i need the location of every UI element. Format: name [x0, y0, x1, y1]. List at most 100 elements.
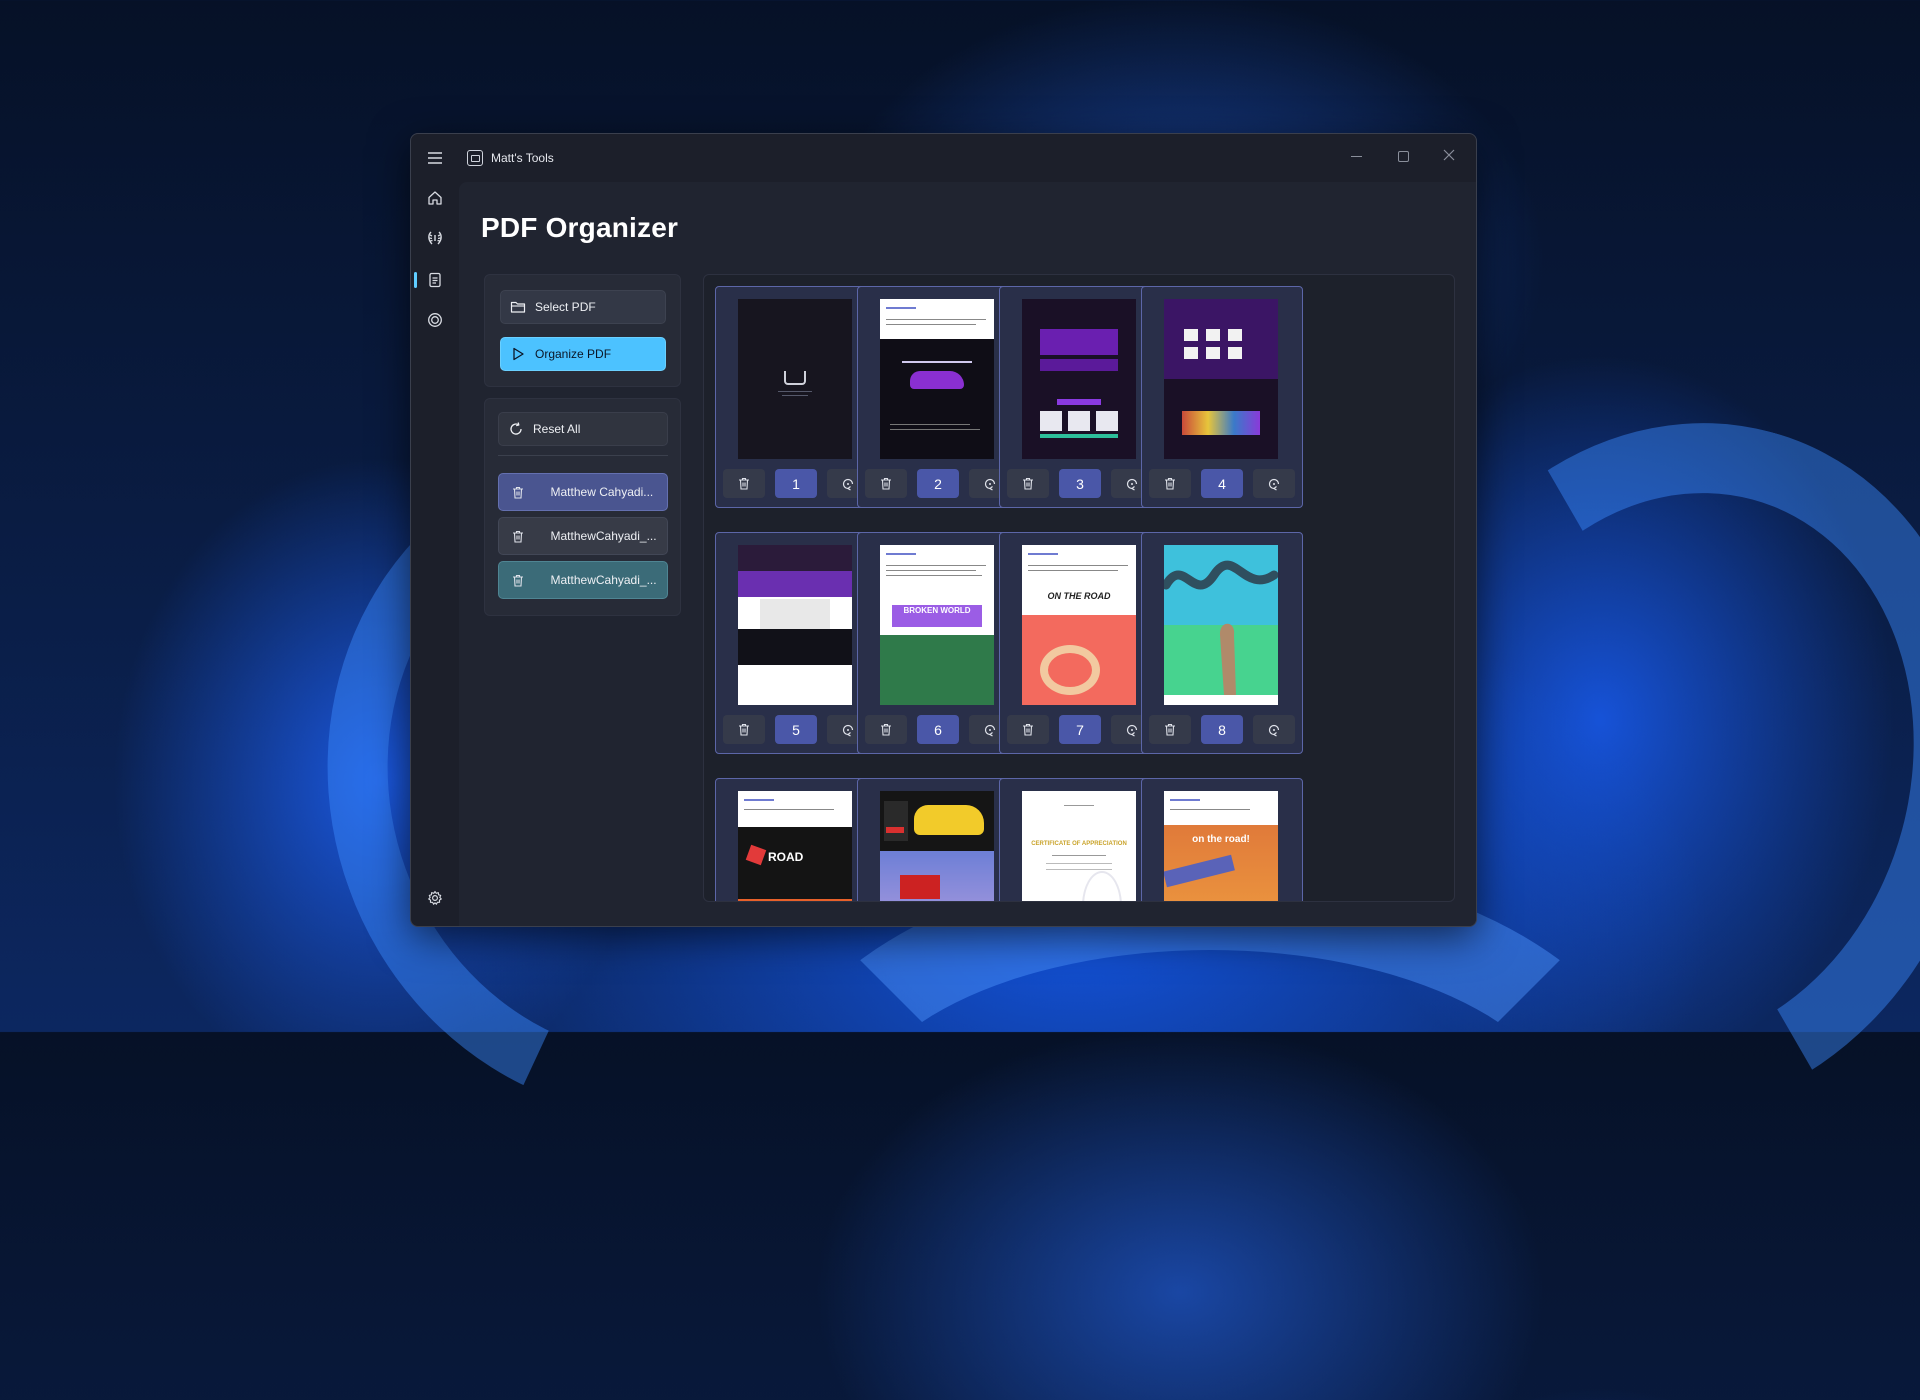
page-number[interactable]: 8	[1201, 715, 1243, 744]
page-card[interactable]: CERTIFICATE OF APPRECIATION	[999, 778, 1161, 901]
thumb-title: ROAD	[768, 850, 804, 864]
page-card[interactable]: ON THE ROAD 7	[999, 532, 1161, 754]
minimize-button[interactable]	[1337, 142, 1377, 170]
rotate-icon	[842, 724, 854, 737]
page-thumbnail: ON THE ROAD	[1022, 545, 1136, 705]
page-thumbnail: CERTIFICATE OF APPRECIATION	[1022, 791, 1136, 901]
close-button[interactable]	[1429, 142, 1469, 170]
title-bar[interactable]: Matt's Tools	[411, 134, 1476, 182]
organize-pdf-button[interactable]: Organize PDF	[500, 337, 666, 371]
selection-indicator	[414, 272, 417, 288]
delete-page-button[interactable]	[723, 469, 765, 498]
reset-all-label: Reset All	[533, 422, 581, 436]
nav-awards[interactable]	[419, 222, 451, 254]
page-thumbnail	[1022, 299, 1136, 459]
page-card[interactable]: BROKEN WORLD 6	[857, 532, 1019, 754]
page-card[interactable]: ROAD	[715, 778, 877, 901]
page-card[interactable]: 4	[1141, 286, 1303, 508]
circle-icon	[428, 313, 442, 327]
home-icon	[428, 191, 442, 205]
delete-file-button[interactable]	[499, 473, 537, 511]
trash-icon	[881, 477, 891, 490]
rotate-icon	[1126, 478, 1138, 491]
page-thumbnail	[880, 299, 994, 459]
nav-pdf-organizer[interactable]	[419, 264, 451, 296]
app-title: Matt's Tools	[491, 151, 554, 165]
rotate-icon	[984, 724, 996, 737]
page-card[interactable]: 5	[715, 532, 877, 754]
trash-icon	[1023, 477, 1033, 490]
delete-page-button[interactable]	[1149, 715, 1191, 744]
delete-page-button[interactable]	[1007, 469, 1049, 498]
page-thumbnail: BROKEN WORLD	[880, 545, 994, 705]
thumb-title: on the road!	[1192, 834, 1250, 845]
delete-page-button[interactable]	[865, 715, 907, 744]
rotate-icon	[984, 478, 996, 491]
file-name: MatthewCahyadi_...	[550, 529, 657, 543]
divider	[498, 455, 668, 456]
menu-icon	[428, 152, 442, 164]
delete-file-button[interactable]	[499, 517, 537, 555]
delete-page-button[interactable]	[1007, 715, 1049, 744]
page-number[interactable]: 6	[917, 715, 959, 744]
rotate-page-button[interactable]	[1253, 715, 1295, 744]
select-pdf-label: Select PDF	[535, 300, 596, 314]
file-item[interactable]: MatthewCahyadi_...	[498, 517, 668, 555]
file-name: MatthewCahyadi_...	[550, 573, 657, 587]
file-item[interactable]: Matthew Cahyadi...	[498, 473, 668, 511]
thumb-title: ON THE ROAD	[1047, 591, 1111, 601]
maximize-button[interactable]	[1383, 142, 1423, 170]
trash-icon	[1165, 723, 1175, 736]
thumb-title: CERTIFICATE OF APPRECIATION	[1031, 841, 1127, 847]
page-thumbnail	[1164, 299, 1278, 459]
thumb-title: BROKEN WORLD	[892, 605, 982, 627]
page-card[interactable]	[857, 778, 1019, 901]
close-icon	[1443, 149, 1455, 161]
laurel-icon	[428, 231, 442, 245]
reset-all-button[interactable]: Reset All	[498, 412, 668, 446]
delete-page-button[interactable]	[865, 469, 907, 498]
rotate-icon	[1268, 478, 1280, 491]
page-card[interactable]: 1	[715, 286, 877, 508]
files-card: Reset All Matthew Cahyadi... MatthewCahy…	[484, 398, 681, 616]
trash-icon	[739, 723, 749, 736]
organize-pdf-label: Organize PDF	[535, 347, 612, 361]
rotate-page-button[interactable]	[1253, 469, 1295, 498]
nav-circle[interactable]	[419, 304, 451, 336]
page-card[interactable]: 2	[857, 286, 1019, 508]
delete-page-button[interactable]	[1149, 469, 1191, 498]
page-thumbnail	[1164, 545, 1278, 705]
delete-page-button[interactable]	[723, 715, 765, 744]
menu-button[interactable]	[419, 142, 451, 174]
page-title: PDF Organizer	[481, 212, 679, 243]
trash-icon	[512, 574, 523, 587]
page-number[interactable]: 7	[1059, 715, 1101, 744]
rotate-icon	[1268, 724, 1280, 737]
nav-settings[interactable]	[419, 882, 451, 914]
page-card[interactable]: on the road!	[1141, 778, 1303, 901]
page-number[interactable]: 3	[1059, 469, 1101, 498]
select-pdf-button[interactable]: Select PDF	[500, 290, 666, 324]
page-number[interactable]: 1	[775, 469, 817, 498]
trash-icon	[1165, 477, 1175, 490]
actions-card: Select PDF Organize PDF	[484, 274, 681, 387]
page-thumbnail	[880, 791, 994, 901]
logo-mark	[784, 371, 806, 385]
page-card[interactable]: 8	[1141, 532, 1303, 754]
page-number[interactable]: 5	[775, 715, 817, 744]
page-card[interactable]: 3	[999, 286, 1161, 508]
page-thumbnail	[738, 299, 852, 459]
page-thumbnail: on the road!	[1164, 791, 1278, 901]
file-name: Matthew Cahyadi...	[550, 485, 654, 499]
page-number[interactable]: 2	[917, 469, 959, 498]
road-illustration	[1164, 560, 1278, 695]
trash-icon	[1023, 723, 1033, 736]
nav-home[interactable]	[419, 182, 451, 214]
navigation-rail	[411, 134, 459, 926]
trash-icon	[739, 477, 749, 490]
rotate-icon	[842, 478, 854, 491]
page-number[interactable]: 4	[1201, 469, 1243, 498]
trash-icon	[881, 723, 891, 736]
delete-file-button[interactable]	[499, 561, 537, 599]
file-item[interactable]: MatthewCahyadi_...	[498, 561, 668, 599]
